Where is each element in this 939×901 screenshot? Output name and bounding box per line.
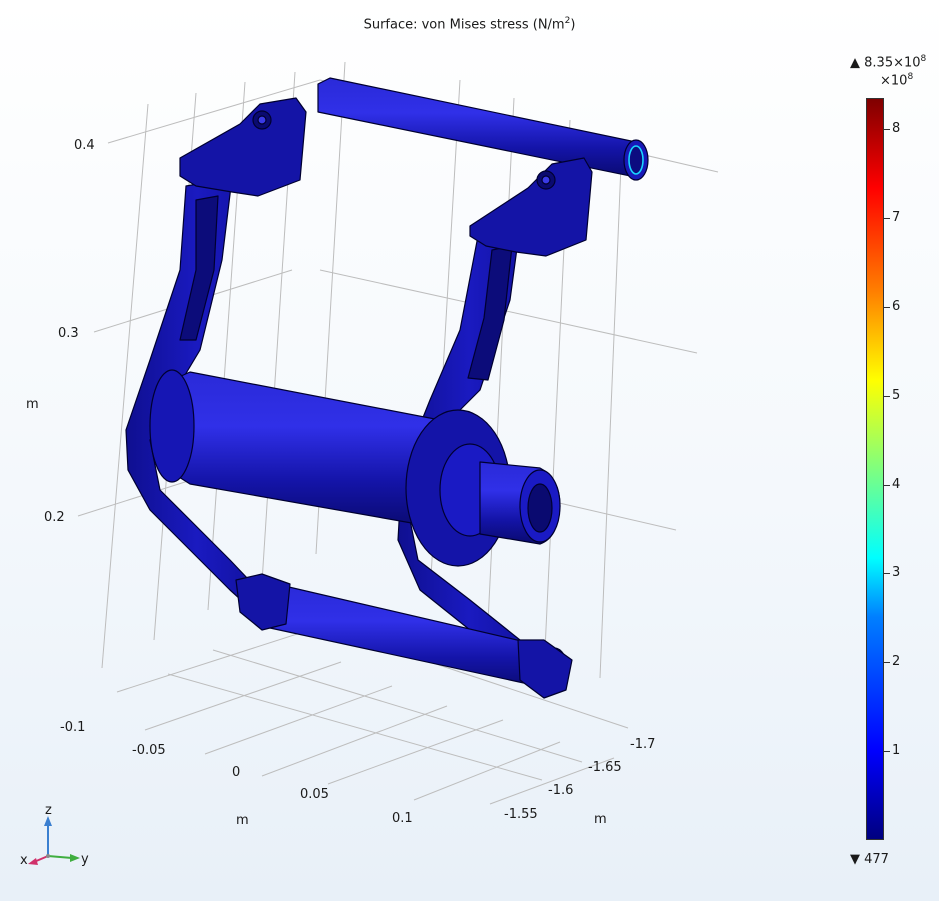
x-tick-3: 0.05 [300, 787, 329, 802]
top-right-hinge [469, 157, 593, 257]
colorbar-tick-label: 5 [892, 387, 901, 403]
y-tick-0: -1.7 [630, 737, 655, 752]
colorbar-tick-mark [884, 129, 890, 131]
bracket-assembly [125, 77, 649, 699]
colorbar: ▲ 8.35×108 ×108 8 7 6 5 4 3 2 1 ▼ 477 [848, 52, 938, 882]
y-tick-2: -1.6 [548, 783, 573, 798]
x-axis-unit: m [236, 813, 249, 828]
triad-x-label: x [20, 853, 28, 868]
axis-triad: z y x [20, 803, 89, 868]
colorbar-tick-mark [884, 306, 890, 308]
colorbar-gradient [866, 98, 884, 840]
z-tick-1: 0.3 [58, 326, 79, 341]
colorbar-max-label: ▲ 8.35×108 [850, 54, 927, 71]
colorbar-tick-mark [884, 573, 890, 575]
y-tick-1: -1.65 [588, 760, 622, 775]
colorbar-factor: ×108 [880, 72, 914, 89]
colorbar-tick-label: 1 [892, 743, 901, 759]
colorbar-tick-mark [884, 217, 890, 219]
3d-scene[interactable]: 0.4 0.3 0.2 m -0.1 -0.05 0 0.05 0.1 m -1… [0, 0, 939, 901]
colorbar-tick-mark [884, 662, 890, 664]
colorbar-tick-mark [884, 751, 890, 753]
central-drum-left-flange [149, 369, 195, 483]
triad-z-label: z [45, 803, 52, 818]
z-axis-unit: m [26, 397, 39, 412]
bottom-left-clamp [235, 573, 291, 631]
colorbar-min-label: ▼ 477 [850, 852, 889, 867]
z-tick-2: 0.2 [44, 510, 65, 525]
bottom-right-clamp [517, 639, 573, 699]
x-tick-2: 0 [232, 765, 240, 780]
colorbar-tick-label: 3 [892, 565, 901, 581]
colorbar-tick-label: 8 [892, 121, 901, 137]
x-tick-4: 0.1 [392, 811, 413, 826]
x-tick-1: -0.05 [132, 743, 166, 758]
triad-y-label: y [81, 852, 89, 867]
top-rear-tube [317, 77, 649, 179]
colorbar-tick-label: 2 [892, 654, 901, 670]
colorbar-tick-mark [884, 395, 890, 397]
x-tick-0: -0.1 [60, 720, 85, 735]
colorbar-tick-mark [884, 484, 890, 486]
colorbar-tick-label: 7 [892, 209, 901, 225]
z-tick-0: 0.4 [74, 138, 95, 153]
y-axis-unit: m [594, 812, 607, 827]
colorbar-tick-label: 4 [892, 476, 901, 492]
y-tick-3: -1.55 [504, 807, 538, 822]
colorbar-tick-label: 6 [892, 298, 901, 314]
